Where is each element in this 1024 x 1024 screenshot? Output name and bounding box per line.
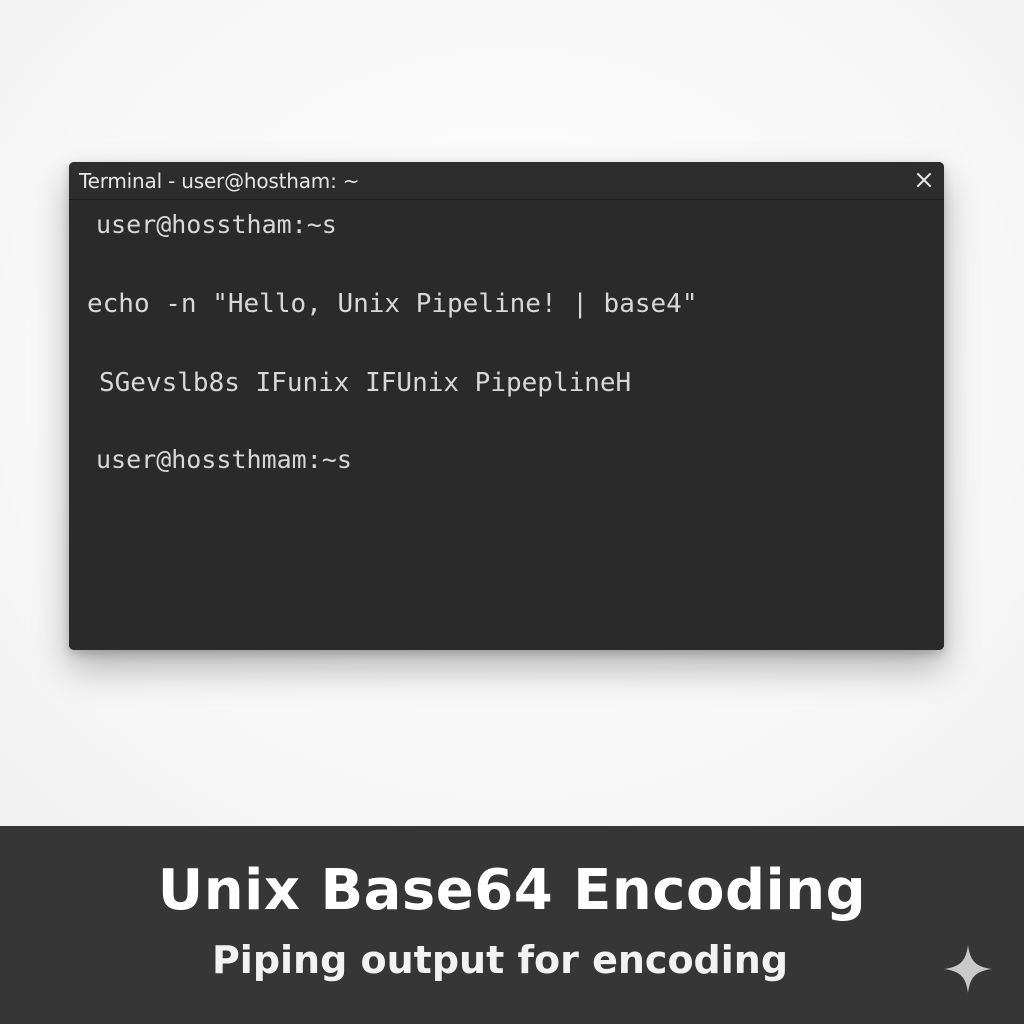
caption-banner: Unix Base64 Encoding Piping output for e… bbox=[0, 826, 1024, 1024]
sparkle-icon bbox=[944, 945, 992, 993]
terminal-output-area[interactable]: user@hosstham:~s echo -n "Hello, Unix Pi… bbox=[69, 200, 944, 650]
caption-subtitle: Piping output for encoding bbox=[211, 938, 789, 982]
terminal-prompt-line: user@hosstham:~s bbox=[96, 210, 337, 239]
title-bar[interactable]: Terminal - user@hostham: ~ bbox=[69, 162, 944, 200]
window-title: Terminal - user@hostham: ~ bbox=[79, 169, 360, 193]
terminal-prompt-line: user@hossthmam:~s bbox=[96, 445, 352, 474]
terminal-output-line: SGevslb8s IFunix IFUnix PipeplineH bbox=[99, 368, 632, 398]
close-icon bbox=[917, 173, 931, 187]
terminal-window[interactable]: Terminal - user@hostham: ~ user@hosstham… bbox=[69, 162, 944, 650]
close-button[interactable] bbox=[912, 168, 936, 192]
caption-title: Unix Base64 Encoding bbox=[157, 858, 867, 923]
terminal-command-line: echo -n "Hello, Unix Pipeline! | base4" bbox=[87, 289, 698, 319]
